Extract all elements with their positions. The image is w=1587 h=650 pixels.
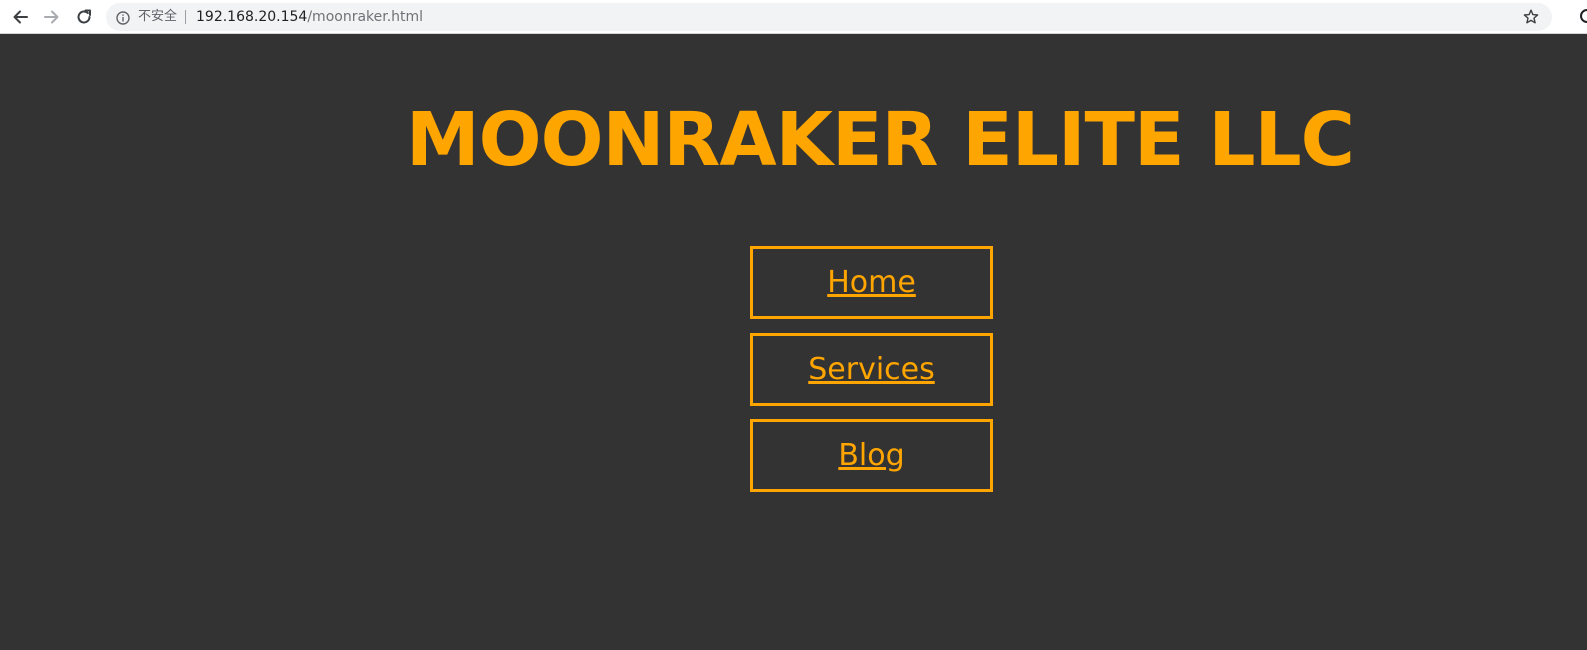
- nav-item-home[interactable]: Home: [750, 246, 993, 319]
- nav-link-services[interactable]: Services: [808, 352, 935, 388]
- star-icon[interactable]: [1522, 8, 1540, 26]
- forward-button[interactable]: [41, 6, 63, 28]
- arrow-left-icon: [11, 8, 29, 26]
- reload-button[interactable]: [73, 6, 95, 28]
- browser-toolbar: 不安全 192.168.20.154/moonraker.html: [0, 0, 1587, 34]
- nav-item-services[interactable]: Services: [750, 333, 993, 406]
- address-divider: [185, 10, 186, 24]
- profile-avatar-icon[interactable]: [1580, 9, 1587, 23]
- url-path: /moonraker.html: [307, 9, 424, 25]
- url-text[interactable]: 192.168.20.154/moonraker.html: [196, 8, 423, 26]
- nav-item-blog[interactable]: Blog: [750, 419, 993, 492]
- back-button[interactable]: [9, 6, 31, 28]
- url-host: 192.168.20.154: [196, 9, 308, 25]
- security-status-label[interactable]: 不安全: [138, 8, 177, 26]
- reload-icon: [75, 8, 93, 26]
- page-content: MOONRAKER ELITE LLC Home Services Blog: [0, 35, 1587, 650]
- page-title: MOONRAKER ELITE LLC: [406, 97, 1355, 183]
- address-bar[interactable]: 不安全 192.168.20.154/moonraker.html: [106, 3, 1552, 31]
- arrow-right-icon: [43, 8, 61, 26]
- nav-link-home[interactable]: Home: [827, 265, 916, 301]
- info-circle-icon[interactable]: [116, 10, 130, 25]
- nav-link-blog[interactable]: Blog: [838, 438, 904, 474]
